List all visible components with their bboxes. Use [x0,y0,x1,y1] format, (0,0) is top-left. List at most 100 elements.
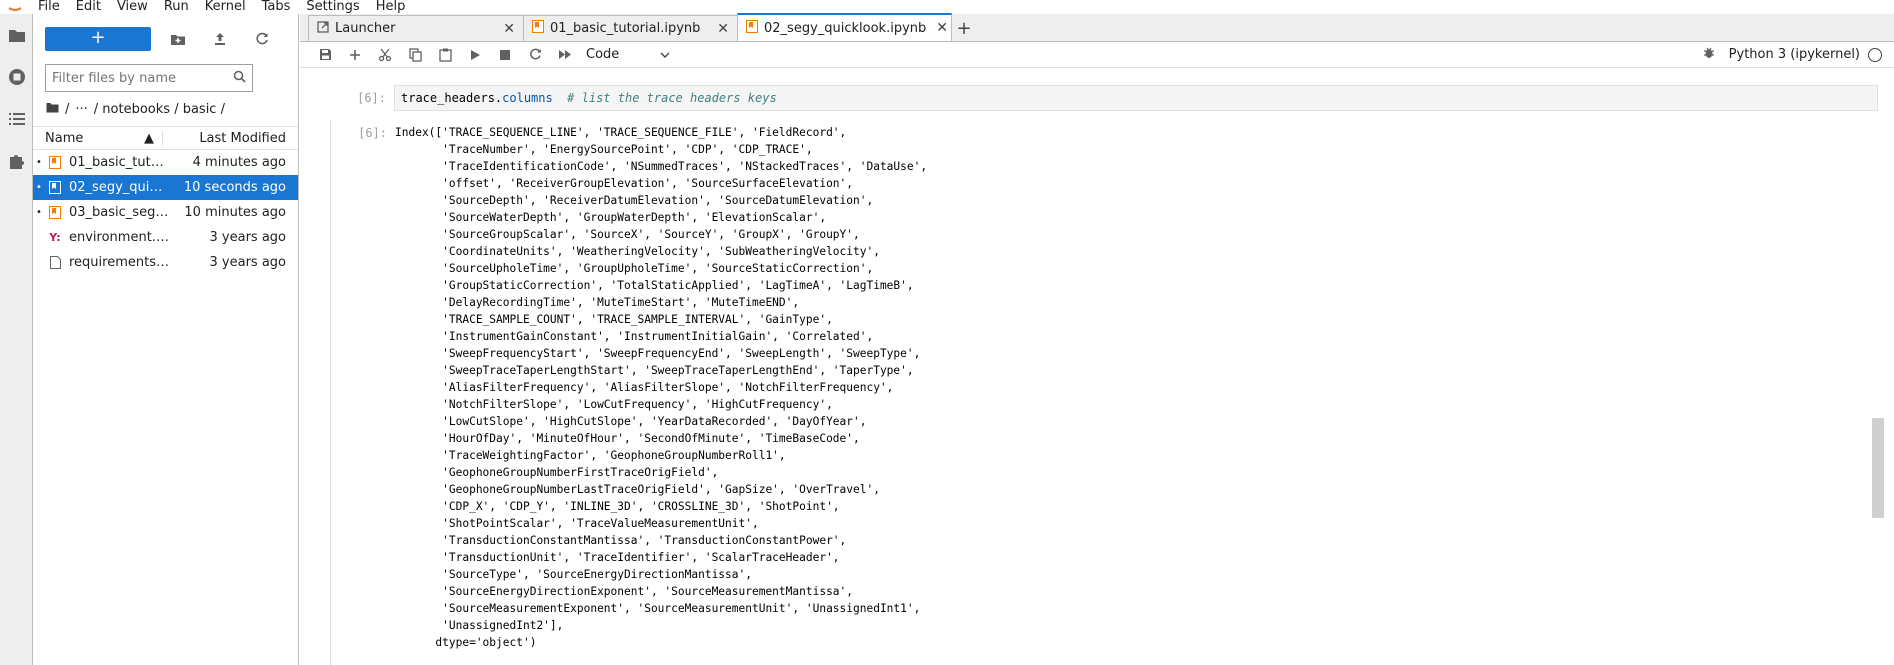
file-name: 02_segy_quick... [69,180,169,195]
running-icon[interactable] [0,56,33,98]
notebook-icon [746,19,758,37]
menu-tabs[interactable]: Tabs [254,0,299,14]
kernel-name[interactable]: Python 3 (ipykernel) [1729,47,1860,62]
menu-kernel[interactable]: Kernel [197,0,254,14]
kernel-area: Python 3 (ipykernel) [1703,46,1894,63]
file-modified: 4 minutes ago [192,155,286,170]
file-browser-panel: + / ··· / notebooks / basic / Name ▲ Las… [33,14,299,665]
tab-label: 02_segy_quicklook.ipynb [764,20,927,36]
file-modified: 10 seconds ago [183,180,286,195]
fast-forward-icon[interactable] [550,43,580,67]
sort-asc-icon: ▲ [144,130,154,146]
file-list-item[interactable]: Y: environment.y... 3 years ago [33,225,298,250]
breadcrumb-ellipsis[interactable]: ··· [75,102,87,117]
code-attribute: columns [502,91,553,105]
stop-icon[interactable] [490,43,520,67]
upload-icon[interactable] [205,27,235,51]
breadcrumb-path[interactable]: / notebooks / basic / [94,102,225,117]
code-cell-input: [6]: trace_headers. columns # list the tr… [326,85,1878,111]
debugger-bug-icon[interactable] [1703,46,1715,63]
folder-icon[interactable] [0,14,33,56]
notebook-icon [45,181,65,194]
restart-kernel-icon[interactable] [520,43,550,67]
file-browser-toolbar: + [33,14,298,64]
menu-help[interactable]: Help [368,0,414,14]
text-file-icon [45,256,65,269]
file-list-item[interactable]: • 01_basic_tutor... 4 minutes ago [33,150,298,175]
breadcrumb: / ··· / notebooks / basic / [33,92,298,126]
file-name: environment.y... [69,230,169,245]
notebook-toolbar: Code Python 3 (ipykernel) [300,42,1894,68]
tab-label: Launcher [335,21,396,36]
running-indicator-icon: • [36,207,42,218]
toc-icon[interactable] [0,98,33,140]
notebook-icon [45,156,65,169]
column-name-header[interactable]: Name ▲ [33,130,163,146]
output-prompt: [6]: [358,126,387,140]
extension-icon[interactable] [0,140,33,182]
main-area: Launcher ✕ 01_basic_tutorial.ipynb ✕ 02_… [300,13,1894,665]
tab-02-segy-quicklook[interactable]: 02_segy_quicklook.ipynb ✕ [737,13,952,41]
output-text: Index(['TRACE_SEQUENCE_LINE', 'TRACE_SEQ… [395,126,928,649]
activity-bar [0,14,33,665]
refresh-icon[interactable] [247,27,277,51]
close-icon[interactable]: ✕ [493,21,515,37]
breadcrumb-root[interactable]: / [65,102,69,117]
menu-bar: File Edit View Run Kernel Tabs Settings … [0,0,1894,14]
menu-file[interactable]: File [30,0,68,14]
file-modified: 3 years ago [209,230,286,245]
code-editor[interactable]: trace_headers. columns # list the trace h… [394,85,1878,111]
file-name: 01_basic_tutor... [69,155,169,170]
menu-view[interactable]: View [109,0,156,14]
input-prompt: [6]: [357,91,386,105]
file-modified: 10 minutes ago [184,205,286,220]
launcher-icon [317,20,329,37]
file-list-item[interactable]: requirements.txt 3 years ago [33,250,298,275]
paste-icon[interactable] [430,43,460,67]
tab-label: 01_basic_tutorial.ipynb [550,21,701,36]
code-comment: # list the trace headers keys [552,91,777,105]
code-object: trace_headers. [401,91,503,105]
menu-settings[interactable]: Settings [298,0,367,14]
tab-launcher[interactable]: Launcher ✕ [308,15,524,41]
cell-type-dropdown[interactable]: Code [586,47,670,62]
new-folder-icon[interactable] [163,27,193,51]
chevron-down-icon [660,47,670,62]
kernel-status-idle-icon [1868,47,1882,62]
tab-01-basic-tutorial[interactable]: 01_basic_tutorial.ipynb ✕ [523,15,738,41]
yaml-file-icon: Y: [49,231,61,244]
file-list-header: Name ▲ Last Modified [33,126,298,150]
code-cell-output: [6]: Index(['TRACE_SEQUENCE_LINE', 'TRAC… [330,120,1878,665]
home-folder-icon[interactable] [46,102,59,117]
insert-cell-icon[interactable] [340,43,370,67]
file-list-item[interactable]: • 02_segy_quick... 10 seconds ago [33,175,298,200]
cut-icon[interactable] [370,43,400,67]
notebook-icon [532,20,544,37]
copy-icon[interactable] [400,43,430,67]
cell-type-value: Code [586,47,620,62]
file-filter-input[interactable] [52,70,233,86]
running-indicator-icon: • [36,157,42,168]
notebook-content: [6]: trace_headers. columns # list the tr… [300,68,1894,665]
menu-edit[interactable]: Edit [68,0,109,14]
menu-run[interactable]: Run [156,0,197,14]
close-icon[interactable]: ✕ [926,20,948,36]
new-launcher-button[interactable]: + [45,27,151,51]
file-name: 03_basic_segy... [69,205,169,220]
file-filter-input-wrapper [45,64,253,92]
jupyter-logo-icon [0,0,30,14]
search-icon [233,70,246,87]
running-indicator-icon: • [36,182,42,193]
file-modified: 3 years ago [209,255,286,270]
close-icon[interactable]: ✕ [707,21,729,37]
save-icon[interactable] [310,43,340,67]
file-list-item[interactable]: • 03_basic_segy... 10 minutes ago [33,200,298,225]
tab-bar: Launcher ✕ 01_basic_tutorial.ipynb ✕ 02_… [300,13,1894,42]
notebook-icon [45,206,65,219]
file-name: requirements.txt [69,255,169,270]
run-icon[interactable] [460,43,490,67]
notebook-scrollbar[interactable] [1872,418,1884,518]
file-list: • 01_basic_tutor... 4 minutes ago • 02_segy_… [33,150,298,275]
add-tab-icon[interactable]: + [951,15,977,41]
column-modified-header[interactable]: Last Modified [163,131,298,146]
